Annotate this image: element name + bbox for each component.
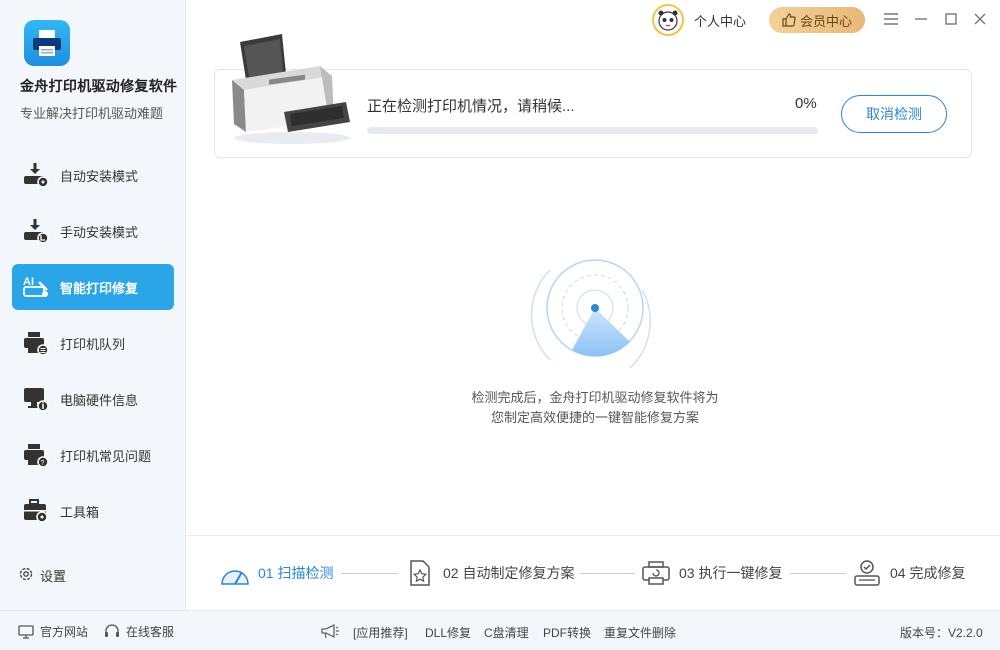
step-connector [790,573,846,574]
megaphone-icon [320,623,340,639]
scan-gauge-icon [220,558,250,588]
sidebar-nav: 自动安装模式 手动安装模式 AI 智能打印修复 打印机队列 电脑硬件信息 ? 打… [12,152,174,544]
app-logo [24,20,70,66]
radar-scan-icon [530,259,651,369]
pdf-convert-link[interactable]: PDF转换 [543,624,591,641]
sidebar-item-ai-repair[interactable]: AI 智能打印修复 [12,264,174,310]
step-label: 02 自动制定修复方案 [443,565,575,581]
avatar [652,4,684,36]
vip-center-button[interactable]: 会员中心 [769,7,865,33]
app-title: 金舟打印机驱动修复软件 [20,78,178,94]
description-line-1: 检测完成后，金舟打印机驱动修复软件将为 [471,390,719,405]
sidebar-item-printer-queue[interactable]: 打印机队列 [12,320,174,366]
step-connector [341,573,398,574]
sidebar-item-manual-install[interactable]: 手动安装模式 [12,208,174,254]
monitor-icon [18,624,34,639]
minimize-icon[interactable] [912,10,930,28]
online-support-link[interactable]: 在线客服 [104,623,174,640]
user-center-label: 个人中心 [694,13,747,29]
app-recommend-label[interactable]: [应用推荐] [353,624,408,641]
sidebar-item-label: 打印机队列 [60,336,126,352]
complete-check-icon [852,558,882,588]
step-connector [580,573,635,574]
thumbs-up-icon [782,13,796,27]
footer: 官方网站 在线客服 [应用推荐] DLL修复 C盘清理 PDF转换 重复文件删除… [0,610,1000,650]
manual-install-icon [22,217,50,245]
svg-text:?: ? [41,460,45,467]
official-website-link[interactable]: 官方网站 [18,623,88,640]
detection-status: 正在检测打印机情况，请稍候... [367,98,575,115]
settings-label: 设置 [40,569,67,584]
step-label: 03 执行一键修复 [679,565,783,581]
step-scan: 01 扫描检测 [220,558,333,588]
recommend-area [320,623,346,639]
step-complete: 04 完成修复 [852,558,965,588]
printer-queue-icon [22,329,50,357]
printer-refresh-icon [641,558,671,588]
sidebar: 金舟打印机驱动修复软件 专业解决打印机驱动难题 自动安装模式 手动安装模式 AI… [0,0,186,610]
printer-illustration [232,34,350,144]
document-star-icon [405,558,435,588]
sidebar-item-label: 工具箱 [60,504,100,520]
c-drive-clean-link[interactable]: C盘清理 [484,624,529,641]
settings-button[interactable]: 设置 [18,566,66,585]
printer-faq-icon: ? [22,441,50,469]
sidebar-item-label: 智能打印修复 [60,280,139,296]
description-line-2: 您制定高效便捷的一键智能修复方案 [490,410,699,425]
dll-repair-link[interactable]: DLL修复 [425,624,471,641]
sidebar-item-label: 打印机常见问题 [60,448,152,464]
sidebar-item-toolbox[interactable]: 工具箱 [12,488,174,534]
cancel-detection-button[interactable]: 取消检测 [841,95,947,133]
close-icon[interactable] [971,10,989,28]
official-website-label: 官方网站 [40,625,89,639]
user-center-button[interactable]: 个人中心 [652,4,746,36]
step-label: 01 扫描检测 [258,565,334,581]
app-subtitle: 专业解决打印机驱动难题 [20,106,164,121]
hardware-info-icon [22,385,50,413]
toolbox-icon [22,497,50,525]
step-label: 04 完成修复 [890,565,966,581]
steps-divider [186,535,1000,536]
step-plan: 02 自动制定修复方案 [405,558,574,588]
sidebar-item-label: 自动安装模式 [60,168,139,184]
detection-percent: 0% [795,95,817,112]
step-execute: 03 执行一键修复 [641,558,782,588]
vip-center-label: 会员中心 [799,13,852,29]
gear-icon [18,566,34,585]
sidebar-item-printer-faq[interactable]: ? 打印机常见问题 [12,432,174,478]
headset-icon [104,624,120,639]
sidebar-item-label: 手动安装模式 [60,224,139,240]
sidebar-item-auto-install[interactable]: 自动安装模式 [12,152,174,198]
detection-progress-bar [367,127,818,134]
ai-repair-icon: AI [22,273,50,301]
auto-install-icon [22,161,50,189]
version-label: 版本号：V2.2.0 [900,626,983,640]
sidebar-item-label: 电脑硬件信息 [60,392,139,408]
menu-icon[interactable] [882,10,900,28]
online-support-label: 在线客服 [126,625,175,639]
printer-logo-icon [33,30,61,56]
duplicate-file-delete-link[interactable]: 重复文件删除 [604,624,676,641]
maximize-icon[interactable] [942,10,960,28]
sidebar-item-hardware-info[interactable]: 电脑硬件信息 [12,376,174,422]
